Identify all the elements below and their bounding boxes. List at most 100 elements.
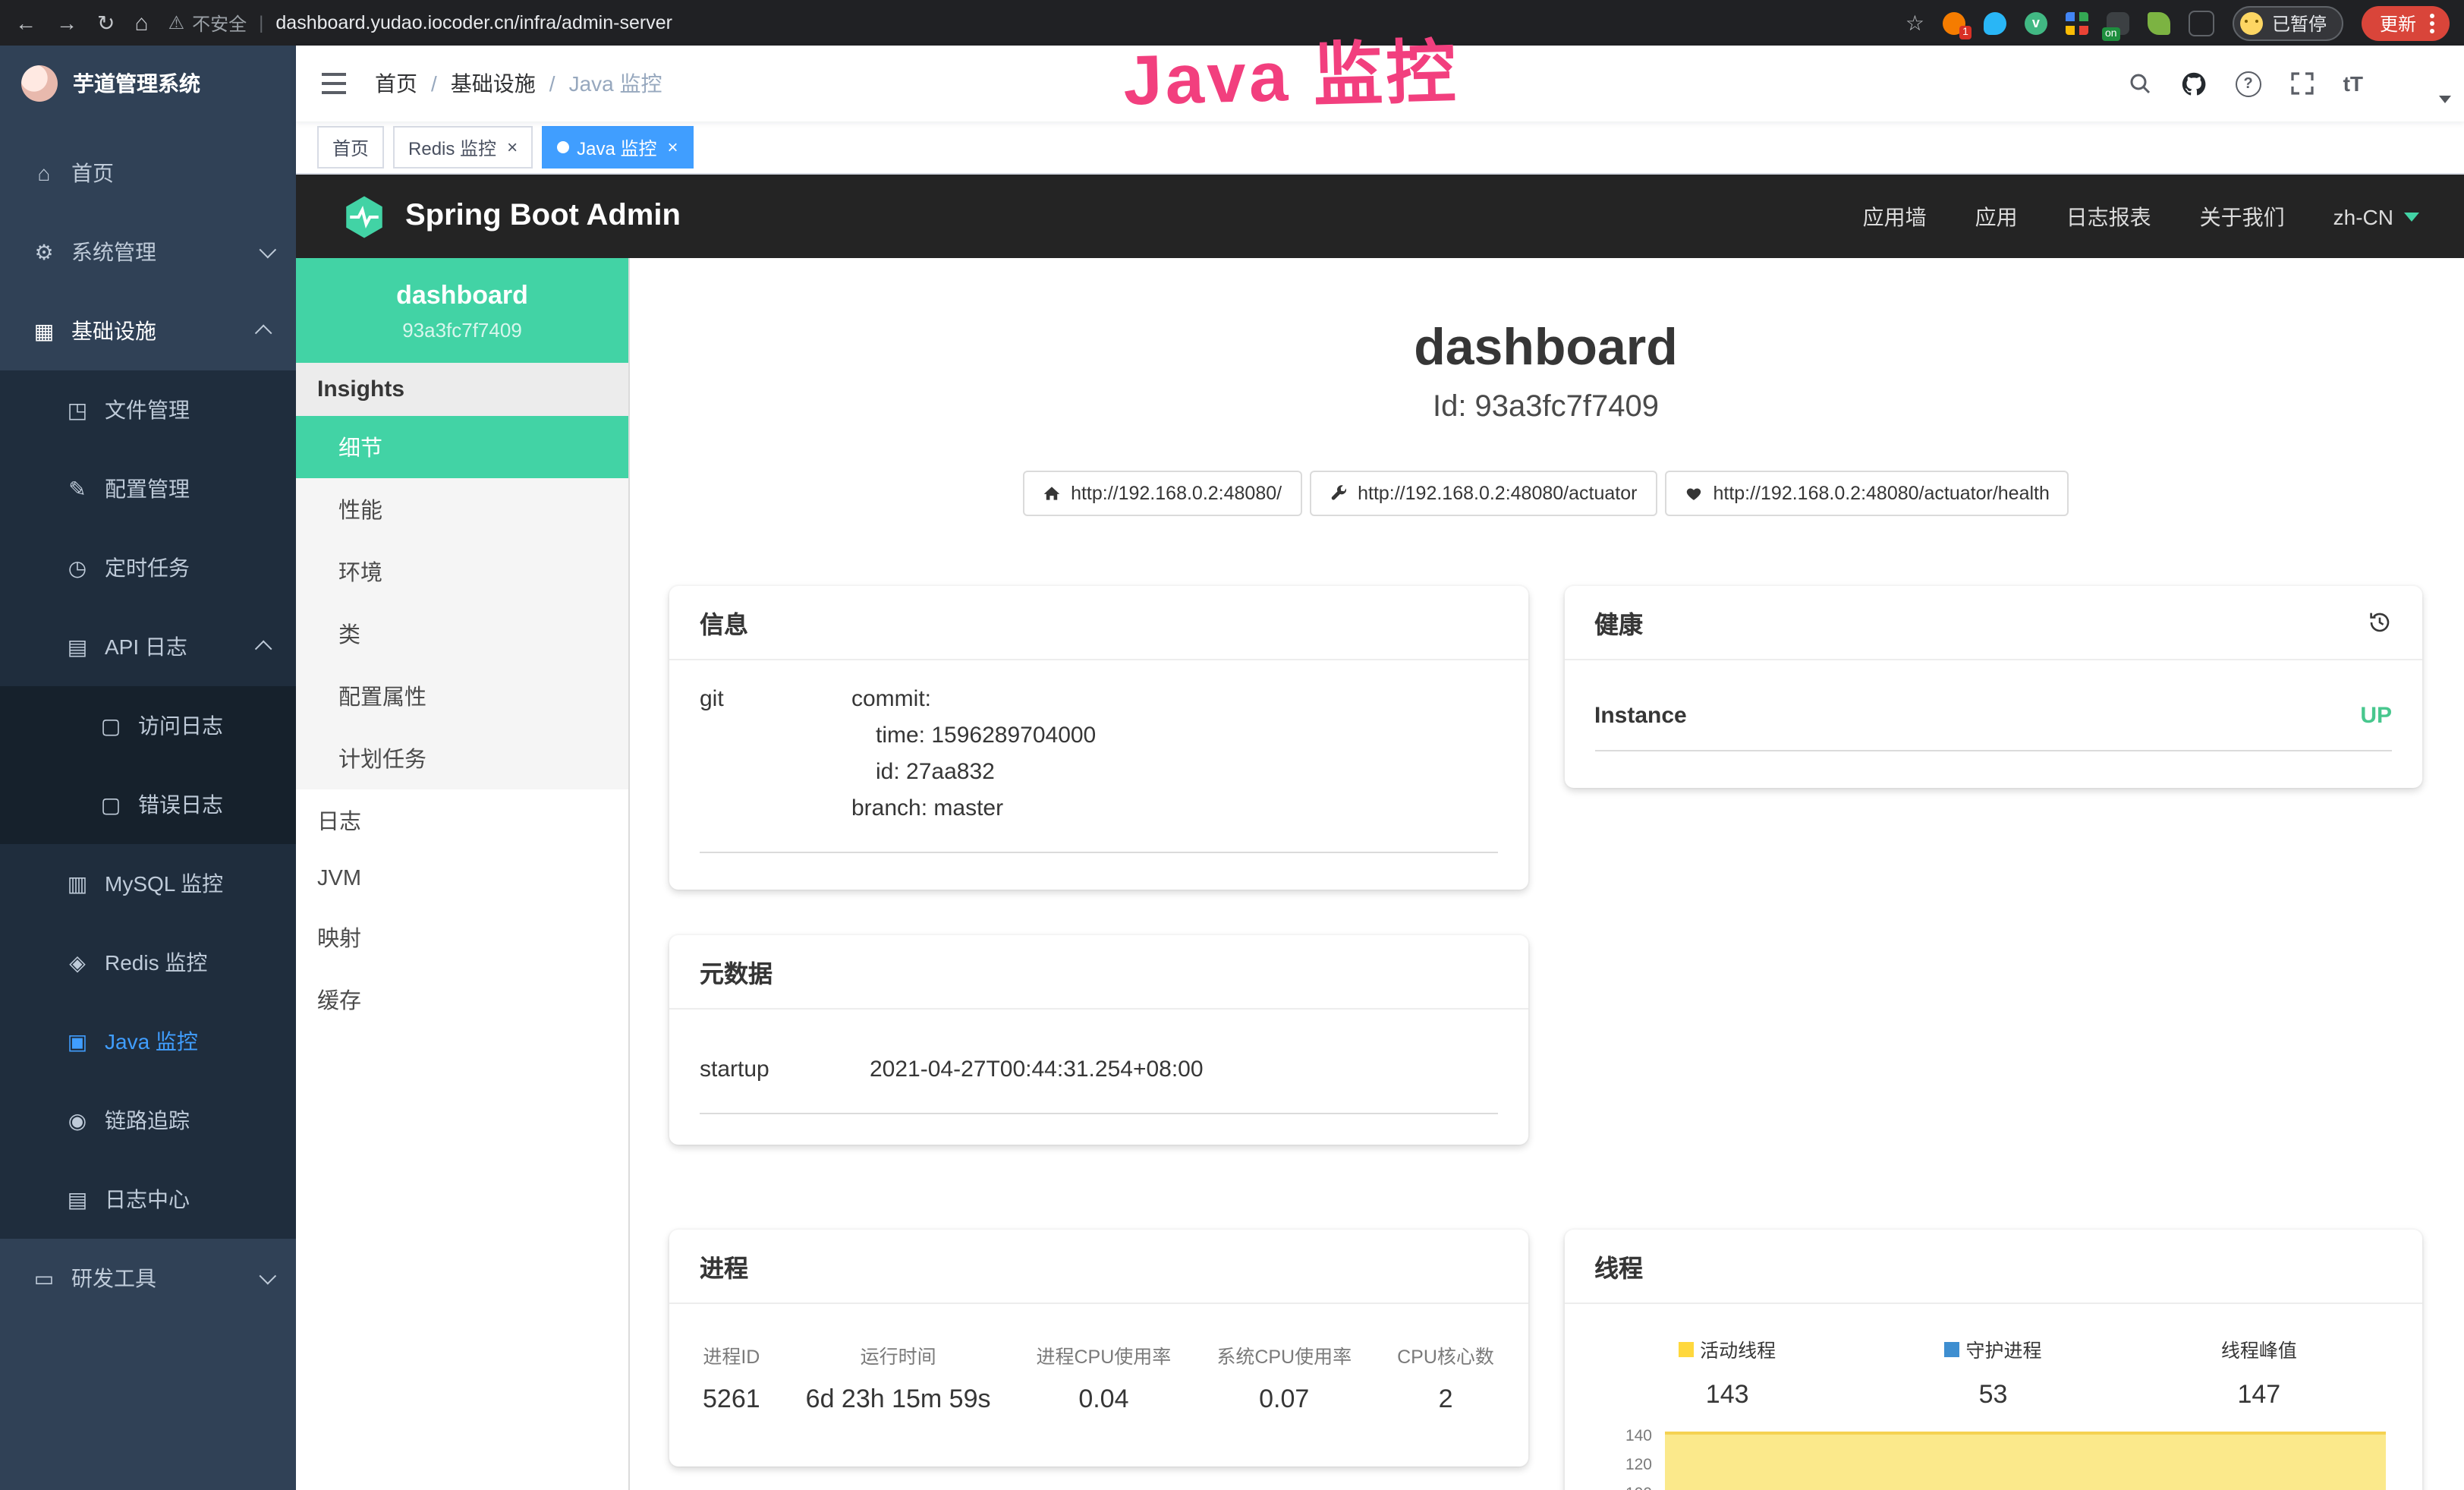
menu-item-jvm[interactable]: JVM: [296, 852, 628, 906]
breadcrumb-infrastructure[interactable]: 基础设施: [451, 68, 536, 99]
sidebar-item-system-management[interactable]: ⚙ 系统管理: [0, 213, 296, 291]
user-avatar[interactable]: [2392, 61, 2437, 106]
sidebar-item-label: 基础设施: [71, 316, 156, 346]
sidebar-item-api-logs[interactable]: ▤ API 日志: [0, 607, 296, 686]
fullscreen-icon[interactable]: [2290, 71, 2315, 96]
sidebar-item-scheduled-jobs[interactable]: ◷ 定时任务: [0, 528, 296, 607]
sidebar-item-config-management[interactable]: ✎ 配置管理: [0, 449, 296, 528]
github-icon[interactable]: [2181, 71, 2207, 96]
paused-pill[interactable]: 已暂停: [2233, 5, 2343, 40]
menu-item-metrics[interactable]: 性能: [296, 478, 628, 540]
document-icon: ▢: [97, 792, 124, 817]
sidebar-item-file-management[interactable]: ◳ 文件管理: [0, 370, 296, 449]
redis-icon: ◈: [64, 950, 91, 975]
menu-item-details[interactable]: 细节: [296, 416, 628, 478]
legend-label: 线程峰值: [2221, 1334, 2297, 1363]
tab-java-monitor[interactable]: Java 监控: [542, 126, 693, 169]
menu-item-environment[interactable]: 环境: [296, 540, 628, 603]
sba-logo-icon[interactable]: [341, 194, 387, 239]
sidebar-item-label: MySQL 监控: [105, 868, 223, 899]
gear-icon: ⚙: [30, 239, 58, 265]
security-indicator[interactable]: ⚠ 不安全: [168, 10, 247, 36]
browser-home-icon[interactable]: ⌂: [134, 11, 148, 34]
git-id-line: id: 27aa832: [876, 754, 1096, 791]
tab-home[interactable]: 首页: [317, 126, 384, 169]
sba-nav-journal[interactable]: 日志报表: [2066, 201, 2151, 232]
history-icon[interactable]: [2368, 610, 2392, 635]
sidebar-item-redis-monitor[interactable]: ◈ Redis 监控: [0, 923, 296, 1002]
close-icon[interactable]: [507, 138, 518, 156]
font-size-icon[interactable]: tT: [2343, 71, 2363, 96]
edit-icon: ✎: [64, 476, 91, 502]
legend-swatch-yellow: [1679, 1341, 1694, 1356]
legend-label: 活动线程: [1700, 1334, 1776, 1363]
process-stat-pid: 进程ID 5261: [703, 1340, 760, 1415]
extension-orange-icon[interactable]: 1: [1943, 11, 1965, 34]
bookmark-star-icon[interactable]: ☆: [1905, 12, 1924, 33]
actuator-url-button[interactable]: http://192.168.0.2:48080/actuator: [1309, 471, 1657, 516]
sba-nav-applications[interactable]: 应用: [1975, 201, 2018, 232]
address-bar[interactable]: ⚠ 不安全 | dashboard.yudao.iocoder.cn/infra…: [168, 10, 1886, 36]
extension-grid-icon[interactable]: [2066, 11, 2088, 34]
sidebar-item-java-monitor[interactable]: ▣ Java 监控: [0, 1002, 296, 1081]
instance-header[interactable]: dashboard 93a3fc7f7409: [296, 258, 628, 363]
git-time-line: time: 1596289704000: [876, 718, 1096, 754]
topbar-actions: tT: [2128, 61, 2437, 106]
url-text: dashboard.yudao.iocoder.cn/infra/admin-s…: [275, 12, 672, 33]
help-icon[interactable]: [2236, 71, 2261, 96]
forward-icon[interactable]: →: [56, 12, 77, 33]
sidebar-item-infrastructure[interactable]: ▦ 基础设施: [0, 291, 296, 370]
breadcrumb-home[interactable]: 首页: [375, 68, 417, 99]
reload-icon[interactable]: ↻: [97, 12, 115, 33]
chrome-update-button[interactable]: 更新: [2362, 5, 2450, 40]
service-url-button[interactable]: http://192.168.0.2:48080/: [1022, 471, 1301, 516]
sidebar-item-dev-tools[interactable]: ▭ 研发工具: [0, 1239, 296, 1318]
browser-menu-icon[interactable]: [2430, 20, 2434, 25]
threads-card: 线程 活动线程 143 守护进程: [1564, 1230, 2422, 1490]
sidebar-item-log-center[interactable]: ▤ 日志中心: [0, 1160, 296, 1239]
active-threads-area: [1664, 1432, 2386, 1490]
threads-card-title: 线程: [1594, 1248, 1643, 1284]
threads-card-header: 线程: [1564, 1230, 2422, 1304]
menu-item-config-props[interactable]: 配置属性: [296, 665, 628, 727]
sidebar-item-mysql-monitor[interactable]: ▥ MySQL 监控: [0, 844, 296, 923]
extension-leaf-icon[interactable]: [2148, 11, 2170, 34]
menu-item-classes[interactable]: 类: [296, 603, 628, 665]
sidebar-item-label: 研发工具: [71, 1263, 156, 1293]
sba-nav-wallboard[interactable]: 应用墙: [1863, 201, 1927, 232]
process-stat-uptime: 运行时间 6d 23h 15m 59s: [806, 1340, 991, 1415]
extension-tampermonkey-icon[interactable]: on: [2107, 11, 2129, 34]
extension-plug-icon[interactable]: [2189, 10, 2214, 36]
extension-vue-icon[interactable]: [2025, 11, 2047, 34]
back-icon[interactable]: ←: [15, 12, 36, 33]
sidebar-item-label: 定时任务: [105, 553, 190, 583]
sba-locale-select[interactable]: zh-CN: [2333, 204, 2419, 228]
sidebar-item-tracing[interactable]: ◉ 链路追踪: [0, 1081, 296, 1160]
home-icon: [1042, 484, 1060, 502]
process-stat-system-cpu: 系统CPU使用率 0.07: [1216, 1340, 1352, 1415]
sidebar-item-access-logs[interactable]: ▢ 访问日志: [0, 686, 296, 765]
extension-drop-icon[interactable]: [1984, 11, 2006, 34]
java-monitor-icon: ▣: [64, 1029, 91, 1054]
sidebar-logo[interactable]: 芋道管理系统: [0, 46, 296, 121]
threads-legend: 活动线程 143 守护进程 53 线程峰值 14: [1594, 1328, 2392, 1410]
sba-brand[interactable]: Spring Boot Admin: [405, 199, 681, 234]
close-icon[interactable]: [667, 138, 678, 156]
menu-item-logs[interactable]: 日志: [296, 789, 628, 852]
url-divider: |: [259, 12, 263, 33]
menu-item-scheduled-tasks[interactable]: 计划任务: [296, 727, 628, 789]
tab-redis-monitor[interactable]: Redis 监控: [393, 126, 533, 169]
sidebar-item-error-logs[interactable]: ▢ 错误日志: [0, 765, 296, 844]
process-stats: 进程ID 5261 运行时间 6d 23h 15m 59s 进程CPU使用率: [700, 1328, 1497, 1424]
process-card-title: 进程: [700, 1248, 748, 1284]
sidebar-menu: ⌂ 首页 ⚙ 系统管理 ▦ 基础设施 ◳ 文件管理: [0, 121, 296, 1318]
search-icon[interactable]: [2128, 71, 2152, 96]
heart-icon: [1684, 484, 1702, 502]
menu-item-mappings[interactable]: 映射: [296, 906, 628, 969]
sidebar-item-home[interactable]: ⌂ 首页: [0, 134, 296, 213]
health-url-button[interactable]: http://192.168.0.2:48080/actuator/health: [1664, 471, 2069, 516]
sba-nav-about[interactable]: 关于我们: [2200, 201, 2285, 232]
health-card: 健康 Instance UP: [1564, 586, 2422, 788]
menu-item-caches[interactable]: 缓存: [296, 969, 628, 1031]
hamburger-icon[interactable]: [320, 71, 348, 96]
